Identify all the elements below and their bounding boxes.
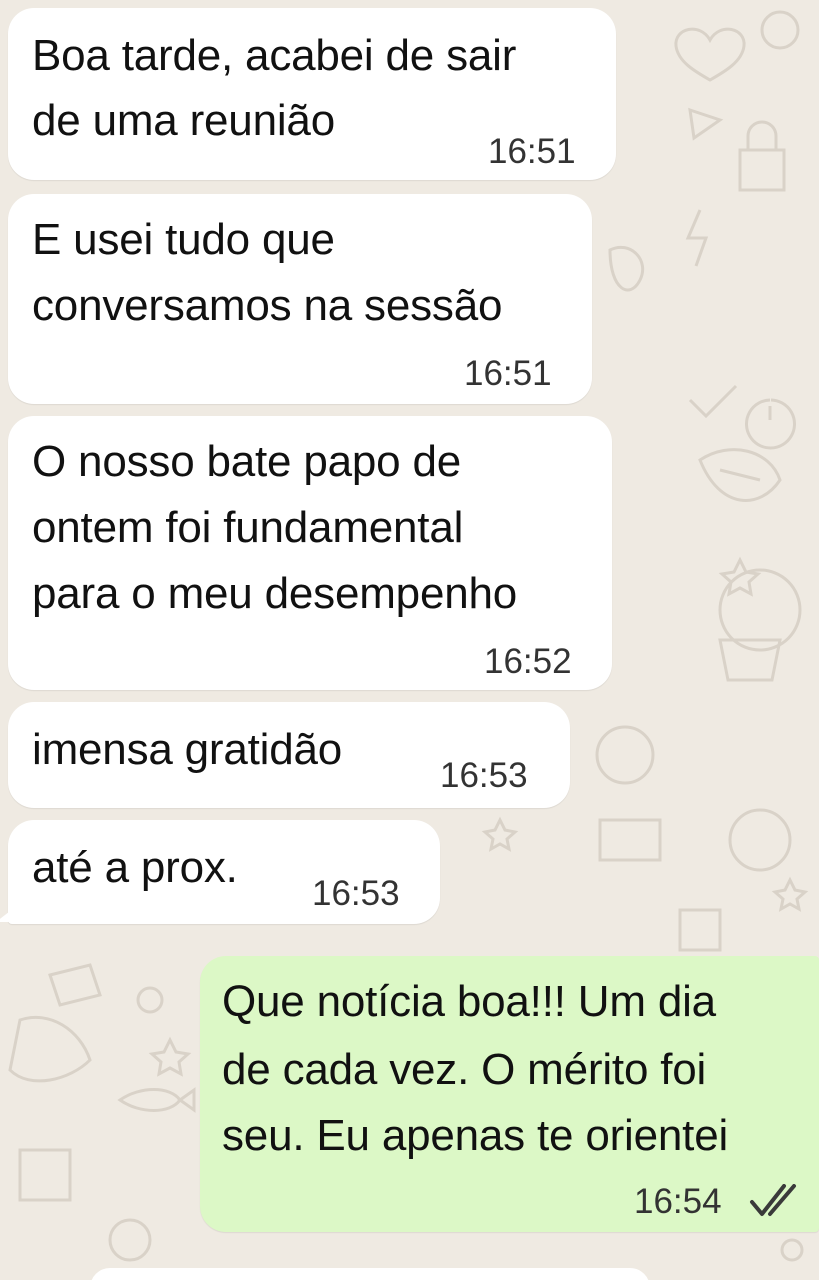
lock-doodle-icon: [738, 120, 786, 192]
fish-doodle-icon: [117, 1087, 196, 1113]
check-doodle-icon: [688, 384, 738, 419]
circle-doodle-icon: [760, 10, 800, 50]
pot-doodle-icon: [718, 638, 782, 682]
face-doodle-icon: [595, 725, 655, 785]
star-doodle-icon: [771, 876, 809, 912]
message-text-line: Que notícia boa!!! Um dia: [222, 977, 716, 1026]
tag-doodle-icon: [48, 963, 102, 1007]
cup-doodle-icon: [598, 818, 662, 862]
message-text-line: seu. Eu apenas te orientei: [222, 1111, 729, 1160]
bubble-tail: [0, 908, 14, 922]
person-doodle-icon: [8, 1015, 92, 1083]
message-timestamp: 16:52: [484, 642, 572, 681]
arrow-doodle-icon: [688, 107, 724, 141]
message-text-line: imensa gratidão: [32, 725, 343, 774]
message-timestamp: 16:53: [440, 756, 528, 795]
message-timestamp: 16:54: [634, 1182, 722, 1221]
circle-doodle-icon: [136, 986, 164, 1014]
ball-doodle-icon: [698, 448, 782, 502]
message-timestamp: 16:51: [488, 132, 576, 171]
sun-doodle-icon: [745, 398, 796, 450]
message-input-bar[interactable]: [90, 1268, 650, 1280]
star-doodle-icon: [148, 1036, 192, 1077]
message-text-line: de cada vez. O mérito foi: [222, 1045, 707, 1094]
square-doodle-icon: [678, 908, 722, 952]
face-doodle-icon: [728, 808, 792, 872]
message-text-line: conversamos na sessão: [32, 281, 503, 330]
star-doodle-icon: [481, 816, 519, 852]
message-text-line: de uma reunião: [32, 96, 335, 145]
lightning-doodle-icon: [685, 209, 709, 267]
message-timestamp: 16:51: [464, 354, 552, 393]
circle-doodle-icon: [780, 1238, 804, 1262]
hand-doodle-icon: [608, 245, 645, 292]
message-timestamp: 16:53: [312, 874, 400, 913]
message-text-line: ontem foi fundamental: [32, 503, 464, 552]
message-text-line: E usei tudo que: [32, 215, 335, 264]
message-text-line: para o meu desempenho: [32, 569, 518, 618]
bag-doodle-icon: [18, 1148, 72, 1202]
message-text-line: Boa tarde, acabei de sair: [32, 31, 517, 80]
message-text-line: até a prox.: [32, 843, 238, 892]
message-text-line: O nosso bate papo de: [32, 437, 461, 486]
circle-doodle-icon: [108, 1218, 152, 1262]
heart-doodle-icon: [674, 27, 746, 82]
double-check-read-icon: [750, 1184, 796, 1216]
